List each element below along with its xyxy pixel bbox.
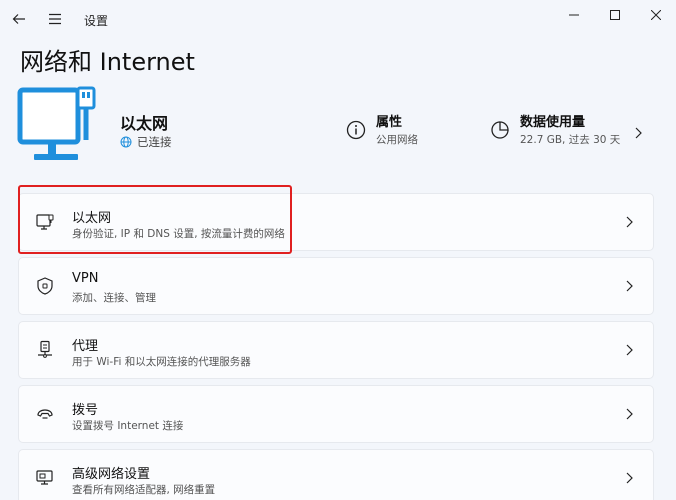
maximize-icon — [610, 10, 620, 20]
chevron-right-icon — [626, 344, 633, 356]
data-usage-subtitle: 22.7 GB, 过去 30 天 — [520, 134, 621, 146]
settings-item-title: 代理 — [72, 339, 99, 354]
settings-item-advanced-network[interactable]: 高级网络设置 查看所有网络适配器, 网络重置 — [18, 449, 654, 500]
settings-item-subtitle: 身份验证, IP 和 DNS 设置, 按流量计费的网络 — [72, 228, 285, 240]
title-bar: 设置 — [0, 0, 676, 40]
close-button[interactable] — [638, 4, 674, 26]
data-usage-title: 数据使用量 — [520, 115, 586, 130]
settings-item-vpn[interactable]: VPN 添加、连接、管理 — [18, 257, 654, 315]
chevron-right-icon — [626, 280, 633, 292]
connection-name: 以太网 — [120, 114, 169, 133]
chevron-right-icon — [626, 216, 633, 228]
info-icon — [346, 120, 366, 140]
settings-item-subtitle: 查看所有网络适配器, 网络重置 — [72, 484, 216, 496]
ethernet-icon — [36, 214, 54, 230]
chevron-right-icon — [626, 472, 633, 484]
page-title: 网络和 Internet — [20, 48, 195, 76]
properties-title: 属性 — [376, 115, 403, 130]
connection-status: 已连接 — [120, 134, 172, 150]
settings-item-title: 以太网 — [72, 211, 112, 226]
settings-item-title: 拨号 — [72, 403, 99, 418]
settings-item-subtitle: 用于 Wi-Fi 和以太网连接的代理服务器 — [72, 356, 251, 368]
settings-item-subtitle: 添加、连接、管理 — [72, 292, 156, 304]
chevron-right-icon — [626, 408, 633, 420]
settings-item-ethernet[interactable]: 以太网 身份验证, IP 和 DNS 设置, 按流量计费的网络 — [18, 193, 654, 251]
settings-item-title: 高级网络设置 — [72, 467, 151, 482]
minimize-button[interactable] — [556, 4, 592, 26]
properties-subtitle: 公用网络 — [376, 134, 418, 146]
settings-item-subtitle: 设置拨号 Internet 连接 — [72, 420, 184, 432]
properties-link[interactable]: 属性 公用网络 — [346, 114, 418, 148]
proxy-icon — [38, 340, 52, 358]
navigation-menu-button[interactable] — [44, 8, 66, 30]
close-icon — [651, 10, 661, 20]
hamburger-icon — [49, 13, 61, 25]
settings-item-proxy[interactable]: 代理 用于 Wi-Fi 和以太网连接的代理服务器 — [18, 321, 654, 379]
globe-icon — [120, 136, 132, 148]
data-usage-link[interactable]: 数据使用量 22.7 GB, 过去 30 天 — [490, 114, 620, 148]
maximize-button[interactable] — [597, 4, 633, 26]
chevron-right-icon[interactable] — [634, 124, 642, 143]
shield-icon — [37, 277, 53, 295]
connection-status-text: 已连接 — [137, 135, 172, 149]
settings-item-dialup[interactable]: 拨号 设置拨号 Internet 连接 — [18, 385, 654, 443]
advanced-network-icon — [36, 470, 53, 485]
arrow-left-icon — [12, 14, 25, 24]
minimize-icon — [569, 14, 579, 16]
dialup-icon — [37, 409, 53, 419]
monitor-ethernet-icon — [14, 84, 104, 174]
data-usage-icon — [491, 121, 509, 139]
settings-item-title: VPN — [72, 271, 99, 286]
back-button[interactable] — [8, 8, 30, 30]
app-title: 设置 — [84, 14, 109, 28]
